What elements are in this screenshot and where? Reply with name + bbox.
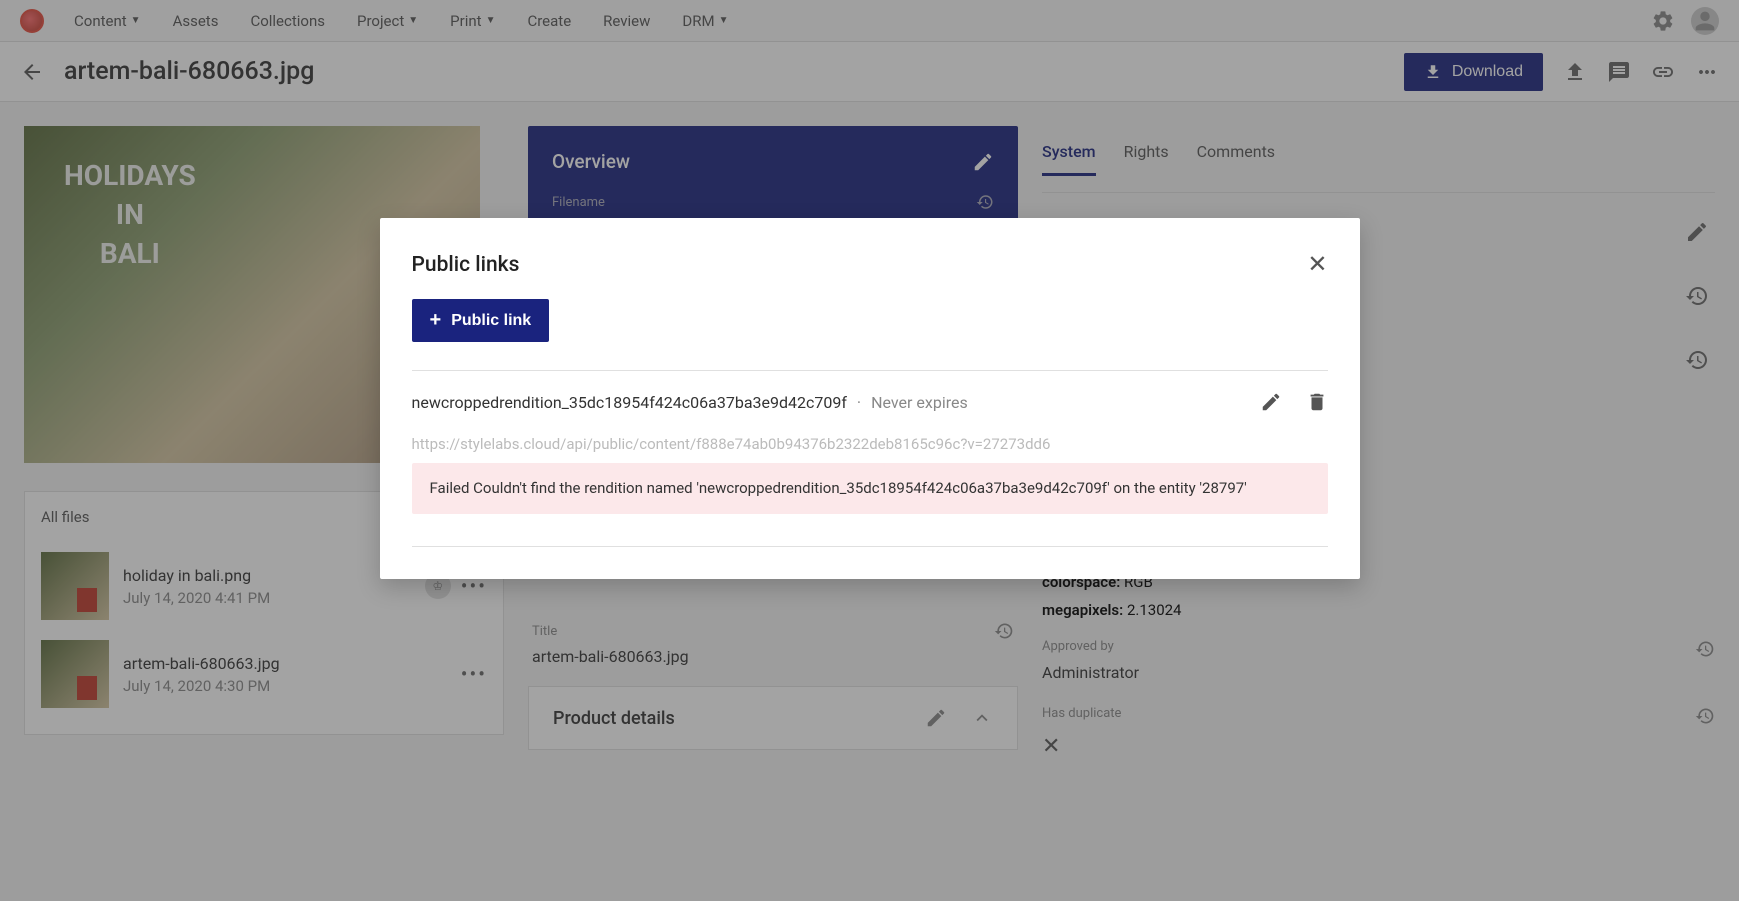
separator: · [857, 393, 861, 412]
modal-header: Public links ✕ [412, 250, 1328, 279]
link-actions [1260, 391, 1328, 413]
modal-overlay[interactable]: Public links ✕ + Public link newcroppedr… [0, 0, 1739, 901]
modal-title: Public links [412, 253, 520, 277]
divider [412, 546, 1328, 547]
close-button[interactable]: ✕ [1307, 250, 1327, 279]
add-public-link-button[interactable]: + Public link [412, 299, 550, 342]
delete-icon[interactable] [1306, 391, 1328, 413]
edit-icon[interactable] [1260, 391, 1282, 413]
link-expires: Never expires [871, 393, 968, 412]
divider [412, 370, 1328, 371]
public-links-modal: Public links ✕ + Public link newcroppedr… [380, 218, 1360, 579]
error-message: Failed Couldn't find the rendition named… [412, 463, 1328, 514]
link-url[interactable]: https://stylelabs.cloud/api/public/conte… [412, 435, 1328, 453]
plus-icon: + [430, 309, 442, 332]
link-row: newcroppedrendition_35dc18954f424c06a37b… [412, 391, 1328, 413]
link-name: newcroppedrendition_35dc18954f424c06a37b… [412, 393, 847, 412]
